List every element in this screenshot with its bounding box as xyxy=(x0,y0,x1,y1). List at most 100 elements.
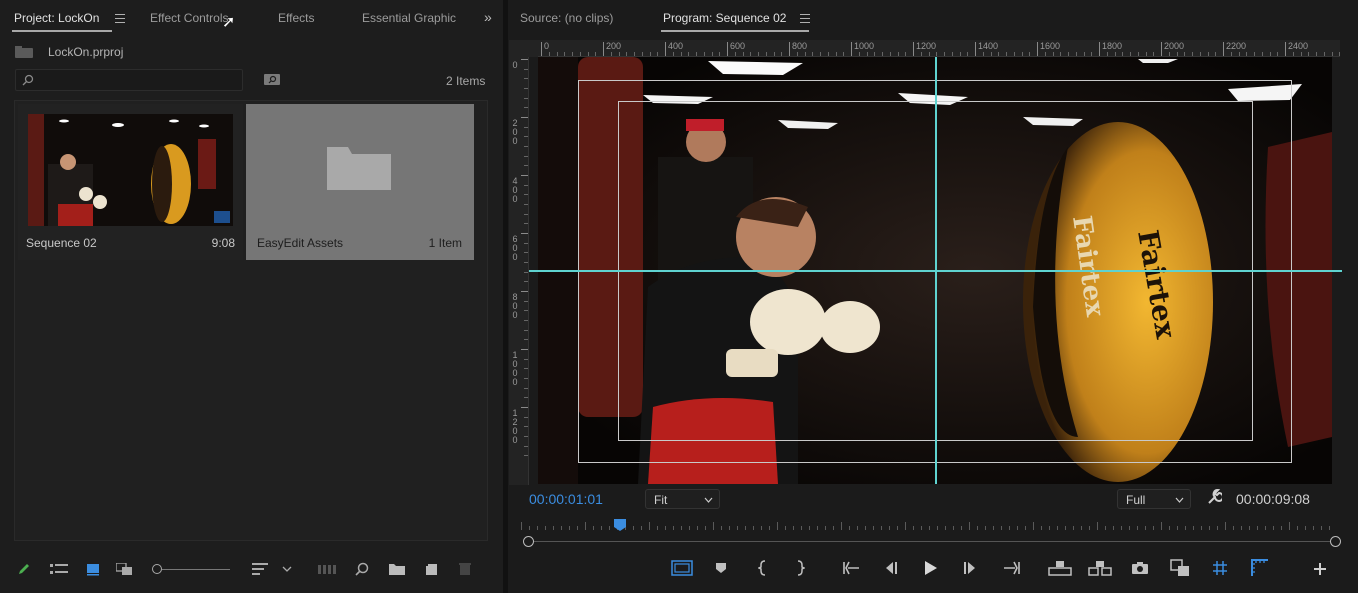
ruler-major-tick xyxy=(1285,42,1286,56)
export-frame-icon[interactable] xyxy=(1131,561,1149,575)
ruler-major-tick xyxy=(521,407,528,408)
time-ruler-tick xyxy=(673,526,674,530)
icon-view-icon[interactable] xyxy=(86,562,100,576)
zoom-slider-handle[interactable] xyxy=(152,564,162,574)
zoom-level-select[interactable]: Fit xyxy=(645,489,720,509)
tab-program-monitor[interactable]: Program: Sequence 02 xyxy=(663,11,786,25)
time-ruler-tick xyxy=(985,526,986,530)
lift-icon[interactable] xyxy=(1048,559,1072,577)
extract-icon[interactable] xyxy=(1088,559,1112,577)
ruler-major-tick xyxy=(521,117,528,118)
time-ruler-tick xyxy=(937,526,938,530)
pencil-icon[interactable] xyxy=(17,562,31,576)
playhead-icon[interactable] xyxy=(613,519,626,531)
time-ruler-tick xyxy=(873,526,874,530)
go-to-out-icon[interactable] xyxy=(1002,560,1020,576)
horizontal-guide[interactable] xyxy=(529,270,1342,272)
time-ruler-tick xyxy=(1289,522,1290,530)
time-ruler-tick xyxy=(1321,526,1322,530)
time-ruler-tick xyxy=(913,526,914,530)
time-ruler-tick xyxy=(1257,526,1258,530)
scroll-handle-left[interactable] xyxy=(523,536,534,547)
ruler-label: 1800 xyxy=(1102,41,1123,51)
overflow-tabs-icon[interactable]: » xyxy=(484,9,492,25)
step-forward-icon[interactable] xyxy=(963,561,979,575)
step-back-icon[interactable] xyxy=(883,561,899,575)
chevron-down-icon xyxy=(1175,497,1184,503)
time-ruler-tick xyxy=(1129,526,1130,530)
new-bin-icon[interactable] xyxy=(389,562,405,576)
automate-icon xyxy=(318,565,336,574)
safe-margins-icon[interactable] xyxy=(671,560,693,576)
ruler-minor-tick xyxy=(524,126,528,128)
ruler-minor-tick xyxy=(524,281,528,283)
ruler-minor-tick xyxy=(524,78,528,80)
settings-wrench-icon[interactable] xyxy=(1206,489,1222,505)
tab-effects[interactable]: Effects xyxy=(278,11,314,25)
rulers-icon[interactable] xyxy=(1251,559,1269,577)
time-ruler-tick xyxy=(521,522,522,530)
scroll-handle-right[interactable] xyxy=(1330,536,1341,547)
marker-icon[interactable] xyxy=(715,562,727,574)
time-ruler-tick xyxy=(1265,526,1266,530)
new-item-icon[interactable] xyxy=(424,562,438,576)
ruler-label: 600 xyxy=(730,41,746,51)
play-icon[interactable] xyxy=(924,560,938,576)
time-ruler-tick xyxy=(753,526,754,530)
mark-out-icon[interactable] xyxy=(795,560,805,576)
ruler-major-tick xyxy=(521,349,528,350)
sort-icon[interactable] xyxy=(252,563,268,575)
current-timecode[interactable]: 00:00:01:01 xyxy=(529,491,603,507)
time-ruler-tick xyxy=(921,526,922,530)
ruler-minor-tick xyxy=(524,262,528,263)
ruler-minor-tick xyxy=(524,310,528,312)
time-ruler-tick xyxy=(969,522,970,530)
ruler-minor-tick xyxy=(524,204,528,205)
time-ruler-tick xyxy=(945,526,946,530)
list-view-icon[interactable] xyxy=(50,564,68,576)
time-ruler-tick xyxy=(1017,526,1018,530)
zoom-level-value: Fit xyxy=(654,493,668,507)
chevron-down-icon[interactable] xyxy=(282,565,292,573)
zoom-slider-track[interactable] xyxy=(162,569,230,570)
panel-menu-icon[interactable] xyxy=(115,14,125,23)
tab-project[interactable]: Project: LockOn xyxy=(14,11,99,25)
ruler-label: 1400 xyxy=(978,41,999,51)
item-name: Sequence 02 xyxy=(26,236,97,250)
playback-resolution-select[interactable]: Full xyxy=(1117,489,1191,509)
time-ruler-tick xyxy=(1185,526,1186,530)
time-ruler-tick xyxy=(897,526,898,530)
tab-effect-controls[interactable]: Effect Controls xyxy=(150,11,228,25)
zoom-scroll-bar[interactable] xyxy=(529,541,1330,542)
time-ruler[interactable] xyxy=(521,518,1336,532)
ruler-minor-tick xyxy=(524,155,528,157)
ruler-major-tick xyxy=(1161,42,1162,56)
guides-icon[interactable] xyxy=(1212,560,1228,576)
panel-menu-icon[interactable] xyxy=(800,14,810,23)
time-ruler-tick xyxy=(905,522,906,530)
search-input[interactable] xyxy=(15,69,243,91)
project-item-bin[interactable]: EasyEdit Assets 1 Item xyxy=(246,104,474,260)
ruler-minor-tick xyxy=(524,426,528,428)
comparison-view-icon[interactable] xyxy=(1170,559,1192,577)
time-ruler-tick xyxy=(825,526,826,530)
go-to-in-icon[interactable] xyxy=(843,560,861,576)
tab-source-monitor[interactable]: Source: (no clips) xyxy=(520,11,613,25)
ruler-label: 200 xyxy=(606,41,622,51)
mark-in-icon[interactable] xyxy=(758,560,768,576)
freeform-view-icon[interactable] xyxy=(116,563,138,577)
time-ruler-tick xyxy=(993,526,994,530)
ruler-label: 400 xyxy=(668,41,684,51)
ruler-minor-tick xyxy=(524,136,528,138)
add-button-icon[interactable] xyxy=(1313,562,1327,576)
time-ruler-tick xyxy=(641,526,642,530)
mouse-cursor-icon: ➚ xyxy=(222,14,236,31)
find-icon[interactable] xyxy=(355,562,369,576)
time-ruler-tick xyxy=(761,526,762,530)
tab-essential-graphics[interactable]: Essential Graphic xyxy=(362,11,456,25)
time-ruler-tick xyxy=(553,526,554,530)
vertical-ruler: 0 200 400 600 800 1000 1200 xyxy=(509,57,529,485)
project-item-sequence[interactable]: Sequence 02 9:08 xyxy=(18,104,243,260)
ruler-minor-tick xyxy=(524,329,528,331)
find-in-bin-icon[interactable] xyxy=(264,72,280,86)
